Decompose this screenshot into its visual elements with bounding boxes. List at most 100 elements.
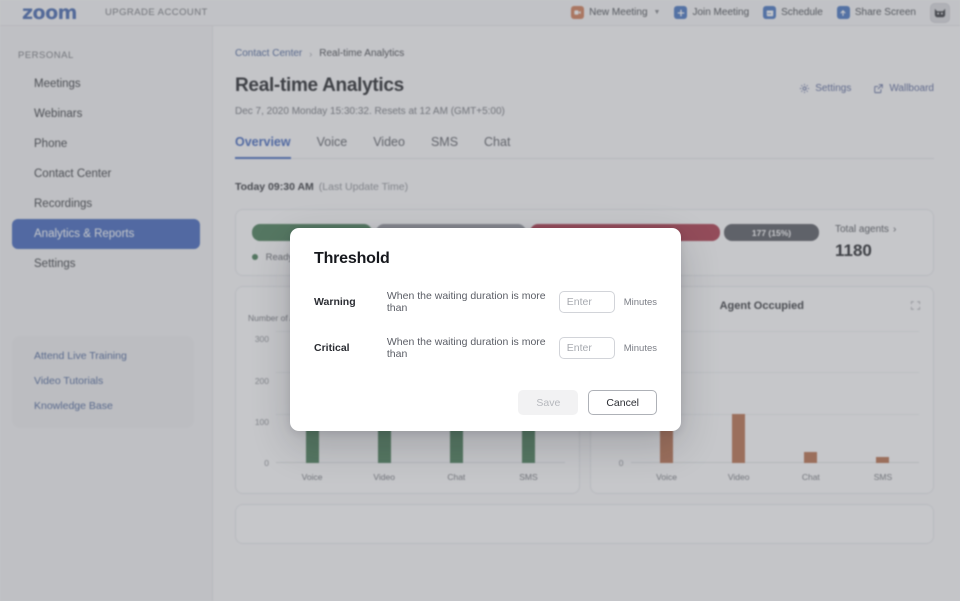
bar-group-sms: SMS bbox=[847, 331, 919, 482]
breadcrumb-separator-icon: › bbox=[309, 48, 313, 59]
bar-group-video: Video bbox=[703, 331, 775, 482]
chevron-down-icon[interactable]: ▼ bbox=[654, 9, 661, 16]
tab-chat[interactable]: Chat bbox=[484, 135, 510, 158]
share-screen-label: Share Screen bbox=[854, 7, 916, 18]
sidebar-item-label: Webinars bbox=[34, 108, 83, 120]
sidebar-item-label: Contact Center bbox=[34, 168, 112, 180]
warning-label: Warning bbox=[314, 296, 356, 308]
bottom-card-partial bbox=[235, 504, 934, 544]
tab-label: Chat bbox=[484, 135, 511, 149]
sidebar-item-phone[interactable]: Phone bbox=[12, 129, 200, 159]
page-subtitle: Dec 7, 2020 Monday 15:30:32. Resets at 1… bbox=[235, 106, 505, 117]
bar-chat[interactable] bbox=[804, 451, 818, 463]
sidebar-help-panel: Attend Live Training Video Tutorials Kno… bbox=[12, 336, 194, 428]
share-screen-button[interactable]: Share Screen bbox=[836, 6, 916, 19]
bar-video[interactable] bbox=[732, 413, 746, 463]
page-title: Real-time Analytics bbox=[235, 75, 404, 96]
xtick-label: Video bbox=[373, 472, 395, 482]
xtick-label: SMS bbox=[519, 472, 538, 482]
join-meeting-button[interactable]: Join Meeting bbox=[674, 6, 749, 19]
external-link-icon bbox=[873, 83, 884, 94]
sidebar-item-recordings[interactable]: Recordings bbox=[12, 189, 200, 219]
bar-group-chat: Chat bbox=[775, 331, 847, 482]
sidebar-section-label: PERSONAL bbox=[18, 50, 74, 61]
critical-description: When the waiting duration is more than bbox=[386, 336, 546, 360]
legend-label: Ready bbox=[265, 252, 294, 263]
breadcrumb: Contact Center › Real-time Analytics bbox=[235, 48, 934, 59]
tab-video[interactable]: Video bbox=[373, 135, 405, 158]
warning-minutes-input[interactable] bbox=[558, 291, 615, 313]
total-agents-label-row: Total agents › bbox=[835, 224, 917, 235]
schedule-label: Schedule bbox=[781, 7, 823, 18]
ytick-label: 300 bbox=[254, 334, 269, 345]
total-agents-value: 1180 bbox=[835, 241, 872, 260]
wallboard-button[interactable]: Wallboard bbox=[873, 83, 934, 94]
critical-minutes-input[interactable] bbox=[558, 337, 615, 359]
status-segment-offline[interactable]: 177 (15%) bbox=[724, 224, 819, 241]
bar-sms[interactable] bbox=[876, 456, 890, 463]
threshold-row-critical: Critical When the waiting duration is mo… bbox=[314, 336, 657, 360]
schedule-button[interactable]: Schedule bbox=[763, 6, 823, 19]
ytick-label: 0 bbox=[618, 458, 624, 468]
tab-voice[interactable]: Voice bbox=[317, 135, 348, 158]
tab-sms[interactable]: SMS bbox=[431, 135, 458, 158]
settings-label: Settings bbox=[815, 83, 852, 94]
xtick-label: SMS bbox=[873, 472, 893, 482]
tab-label: Overview bbox=[235, 135, 291, 149]
zoom-logo[interactable]: zoom bbox=[22, 2, 77, 24]
gear-icon bbox=[799, 83, 810, 94]
video-tutorials-link[interactable]: Video Tutorials bbox=[34, 375, 194, 387]
chevron-right-icon: › bbox=[892, 224, 897, 235]
sidebar-item-meetings[interactable]: Meetings bbox=[12, 69, 200, 99]
sidebar-item-analytics-and-reports[interactable]: Analytics & Reports bbox=[12, 219, 200, 249]
xtick-label: Chat bbox=[801, 472, 820, 482]
breadcrumb-contact-center-link[interactable]: Contact Center bbox=[235, 48, 302, 59]
critical-unit-label: Minutes bbox=[623, 342, 657, 354]
xtick-label: Video bbox=[727, 472, 750, 482]
sidebar-item-label: Settings bbox=[34, 258, 76, 270]
video-camera-icon bbox=[571, 6, 585, 19]
legend-dot-icon bbox=[252, 254, 258, 260]
wallboard-label: Wallboard bbox=[889, 83, 934, 94]
save-button[interactable]: Save bbox=[518, 390, 579, 415]
chart-ylabel-left: Number of A bbox=[248, 313, 296, 323]
legend-item-ready: Ready bbox=[252, 252, 293, 263]
xtick-label: Voice bbox=[656, 472, 677, 482]
critical-label: Critical bbox=[314, 342, 350, 354]
upgrade-account-link[interactable]: UPGRADE ACCOUNT bbox=[105, 7, 208, 18]
avatar[interactable] bbox=[930, 2, 950, 23]
new-meeting-label: New Meeting bbox=[589, 7, 648, 18]
modal-title: Threshold bbox=[314, 250, 390, 267]
knowledge-base-link[interactable]: Knowledge Base bbox=[34, 400, 194, 412]
sidebar-item-settings[interactable]: Settings bbox=[12, 249, 200, 279]
threshold-modal: Threshold Warning When the waiting durat… bbox=[290, 228, 681, 431]
ytick-label: 200 bbox=[254, 375, 269, 386]
expand-icon[interactable] bbox=[910, 298, 921, 310]
last-update-bar: Today 09:30 AM (Last Update Time) bbox=[235, 175, 934, 199]
sidebar-item-label: Phone bbox=[34, 138, 68, 150]
top-actions: New Meeting ▼ Join Meeting Schedule Shar… bbox=[571, 2, 950, 23]
sidebar-item-webinars[interactable]: Webinars bbox=[12, 99, 200, 129]
attend-live-training-link[interactable]: Attend Live Training bbox=[34, 350, 194, 362]
settings-button[interactable]: Settings bbox=[799, 83, 851, 94]
cancel-button[interactable]: Cancel bbox=[588, 390, 657, 415]
ytick-label: 0 bbox=[264, 458, 269, 468]
tab-overview[interactable]: Overview bbox=[235, 135, 291, 159]
sidebar-item-label: Analytics & Reports bbox=[34, 228, 135, 240]
calendar-icon bbox=[763, 6, 777, 19]
header-actions: Settings Wallboard bbox=[799, 83, 934, 97]
sidebar-item-contact-center[interactable]: Contact Center bbox=[12, 159, 200, 189]
page-header: Real-time Analytics Settings Wallboard bbox=[235, 75, 934, 97]
total-agents-label: Total agents bbox=[835, 224, 889, 235]
breadcrumb-current: Real-time Analytics bbox=[319, 48, 405, 59]
tab-label: Video bbox=[373, 135, 405, 149]
xtick-label: Voice bbox=[301, 472, 323, 482]
join-meeting-label: Join Meeting bbox=[692, 7, 750, 18]
plus-square-icon bbox=[674, 6, 688, 19]
sidebar: PERSONAL Meetings Webinars Phone Contact… bbox=[0, 26, 213, 601]
xtick-label: Chat bbox=[447, 472, 466, 482]
total-agents-block[interactable]: Total agents › 1180 bbox=[819, 224, 917, 261]
warning-unit-label: Minutes bbox=[623, 296, 657, 308]
new-meeting-button[interactable]: New Meeting ▼ bbox=[571, 6, 660, 19]
sidebar-item-label: Recordings bbox=[34, 198, 93, 210]
